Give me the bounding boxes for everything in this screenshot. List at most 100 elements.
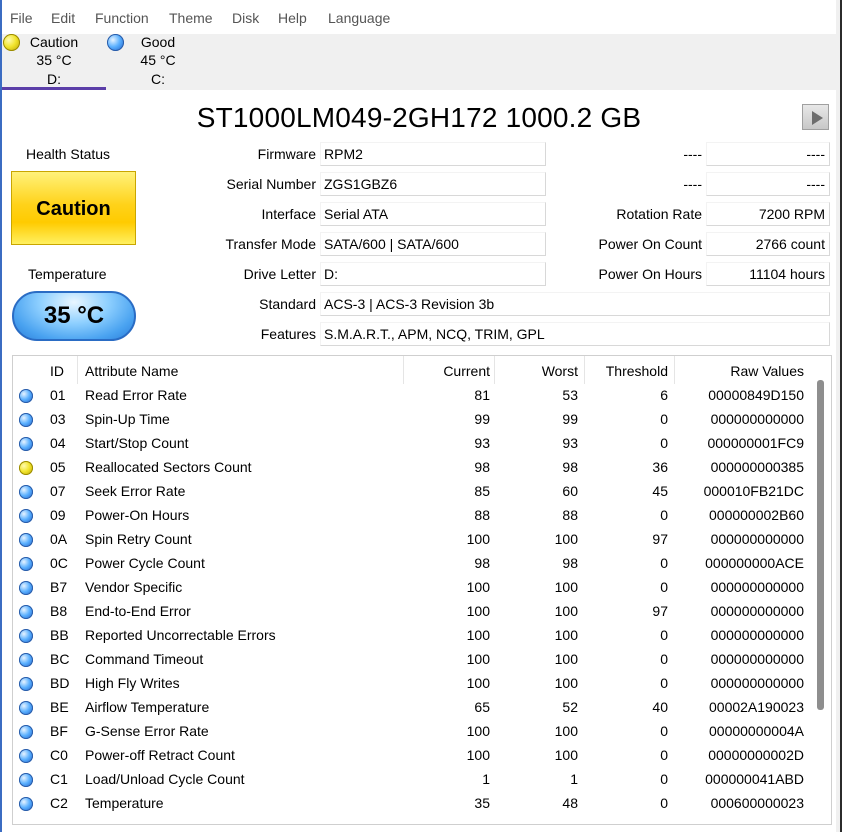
- drive-status: Good: [140, 34, 176, 50]
- drive-tab-d[interactable]: Caution 35 °C D:: [2, 34, 106, 90]
- table-row[interactable]: BF G-Sense Error Rate 100 100 0 00000000004A: [13, 720, 816, 744]
- attribute-id: BC: [50, 651, 70, 667]
- worst-value: 100: [554, 651, 578, 667]
- table-row[interactable]: 04 Start/Stop Count 93 93 0 000000001FC9: [13, 432, 816, 456]
- table-row[interactable]: BC Command Timeout 100 100 0 000000000000: [13, 648, 816, 672]
- attribute-name: Temperature: [85, 795, 164, 811]
- attribute-id: B7: [50, 579, 68, 595]
- good-status-icon: [19, 533, 33, 547]
- power-on-count-value: 2766 count: [706, 232, 830, 256]
- attribute-id: 01: [50, 387, 66, 403]
- temperature-badge[interactable]: 35 °C: [12, 291, 136, 341]
- attribute-name: Power-On Hours: [85, 507, 190, 523]
- table-row[interactable]: BD High Fly Writes 100 100 0 000000000000: [13, 672, 816, 696]
- worst-value: 93: [562, 435, 578, 451]
- raw-value: 00000000002D: [708, 747, 804, 763]
- serial-number-label: Serial Number: [226, 176, 316, 192]
- header-attribute-name[interactable]: Attribute Name: [85, 363, 178, 379]
- table-row[interactable]: C0 Power-off Retract Count 100 100 0 00000000…: [13, 744, 816, 768]
- table-row[interactable]: 05 Reallocated Sectors Count 98 98 36 0000000…: [13, 456, 816, 480]
- next-disk-button[interactable]: [802, 104, 829, 130]
- worst-value: 60: [562, 483, 578, 499]
- drive-tab-c[interactable]: Good 45 °C C:: [106, 34, 196, 90]
- current-value: 88: [474, 507, 490, 523]
- current-value: 81: [474, 387, 490, 403]
- threshold-value: 0: [660, 411, 668, 427]
- table-row[interactable]: 0A Spin Retry Count 100 100 97 000000000000: [13, 528, 816, 552]
- threshold-value: 0: [660, 555, 668, 571]
- table-row[interactable]: C2 Temperature 35 48 0 000600000023: [13, 792, 816, 816]
- table-row[interactable]: 09 Power-On Hours 88 88 0 000000002B60: [13, 504, 816, 528]
- raw-value: 000000000000: [710, 579, 804, 595]
- good-status-icon: [19, 437, 33, 451]
- table-row[interactable]: 03 Spin-Up Time 99 99 0 000000000000: [13, 408, 816, 432]
- good-status-icon: [19, 701, 33, 715]
- drive-status: Caution: [29, 34, 79, 50]
- table-row[interactable]: C1 Load/Unload Cycle Count 1 1 0 000000041ABD: [13, 768, 816, 792]
- threshold-value: 0: [660, 723, 668, 739]
- menu-help[interactable]: Help: [278, 10, 307, 26]
- serial-number-value: ZGS1GBZ6: [320, 172, 546, 196]
- header-id[interactable]: ID: [50, 363, 64, 379]
- menu-language[interactable]: Language: [328, 10, 390, 26]
- table-row[interactable]: B7 Vendor Specific 100 100 0 000000000000: [13, 576, 816, 600]
- threshold-value: 0: [660, 651, 668, 667]
- current-value: 85: [474, 483, 490, 499]
- rotation-rate-value: 7200 RPM: [706, 202, 830, 226]
- table-row[interactable]: BE Airflow Temperature 65 52 40 00002A190023: [13, 696, 816, 720]
- menu-file[interactable]: File: [10, 10, 33, 26]
- worst-value: 100: [554, 723, 578, 739]
- good-status-icon: [19, 389, 33, 403]
- disk-title: ST1000LM049-2GH172 1000.2 GB: [196, 102, 642, 133]
- good-status-icon: [19, 509, 33, 523]
- menu-edit[interactable]: Edit: [51, 10, 75, 26]
- table-row[interactable]: 01 Read Error Rate 81 53 6 00000849D150: [13, 384, 816, 408]
- raw-value: 000000001FC9: [707, 435, 804, 451]
- threshold-value: 97: [652, 531, 668, 547]
- column-divider: [77, 356, 78, 384]
- menu-function[interactable]: Function: [95, 10, 149, 26]
- attribute-id: BE: [50, 699, 69, 715]
- good-status-icon: [19, 581, 33, 595]
- health-status-badge[interactable]: Caution: [11, 171, 136, 245]
- header-threshold[interactable]: Threshold: [589, 363, 668, 379]
- attribute-id: 0A: [50, 531, 68, 547]
- caution-status-icon: [19, 461, 33, 475]
- good-status-icon: [19, 557, 33, 571]
- good-status-icon: [19, 749, 33, 763]
- worst-value: 100: [554, 675, 578, 691]
- header-worst[interactable]: Worst: [499, 363, 578, 379]
- worst-value: 88: [562, 507, 578, 523]
- good-status-icon: [19, 605, 33, 619]
- current-value: 100: [466, 651, 490, 667]
- threshold-value: 40: [652, 699, 668, 715]
- attribute-id: 05: [50, 459, 66, 475]
- attribute-name: Vendor Specific: [85, 579, 183, 595]
- features-label: Features: [260, 326, 316, 342]
- good-status-icon: [19, 629, 33, 643]
- worst-value: 48: [562, 795, 578, 811]
- table-row[interactable]: 0C Power Cycle Count 98 98 0 000000000ACE: [13, 552, 816, 576]
- worst-value: 100: [554, 531, 578, 547]
- good-status-icon: [19, 485, 33, 499]
- menu-theme[interactable]: Theme: [169, 10, 213, 26]
- table-row[interactable]: BB Reported Uncorrectable Errors 100 100 0 00…: [13, 624, 816, 648]
- power-on-hours-label: Power On Hours: [598, 266, 702, 282]
- threshold-value: 97: [652, 603, 668, 619]
- disk-info-panel: ST1000LM049-2GH172 1000.2 GB Health Stat…: [2, 90, 836, 832]
- header-current[interactable]: Current: [408, 363, 490, 379]
- attribute-id: 04: [50, 435, 66, 451]
- table-row[interactable]: 07 Seek Error Rate 85 60 45 000010FB21DC: [13, 480, 816, 504]
- blank-value-1: ----: [706, 142, 830, 166]
- smart-attributes-table: ID Attribute Name Current Worst Threshol…: [12, 355, 832, 825]
- attribute-name: G-Sense Error Rate: [85, 723, 209, 739]
- raw-value: 000000000385: [710, 459, 804, 475]
- blank-label-2: ----: [683, 176, 702, 192]
- current-value: 98: [474, 459, 490, 475]
- table-row[interactable]: B8 End-to-End Error 100 100 97 000000000000: [13, 600, 816, 624]
- standard-value: ACS-3 | ACS-3 Revision 3b: [320, 292, 830, 316]
- vertical-scrollbar[interactable]: [817, 380, 824, 710]
- header-raw-values[interactable]: Raw Values: [679, 363, 804, 379]
- drive-letter: D:: [47, 71, 61, 87]
- menu-disk[interactable]: Disk: [232, 10, 259, 26]
